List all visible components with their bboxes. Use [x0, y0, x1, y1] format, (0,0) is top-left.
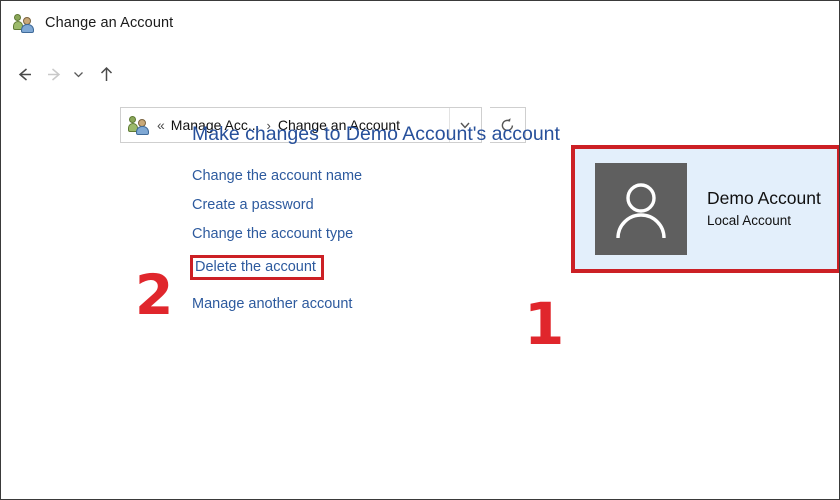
breadcrumb-overflow-icon[interactable]: « [157, 118, 165, 132]
forward-button[interactable] [41, 53, 67, 95]
main-content: Make changes to Demo Account's account C… [190, 123, 560, 325]
manage-another-account-link[interactable]: Manage another account [192, 296, 352, 312]
account-type: Local Account [707, 212, 792, 228]
page-title: Make changes to Demo Account's account [192, 123, 560, 145]
change-the-account-name-link[interactable]: Change the account name [192, 168, 362, 184]
account-name: Demo Account [707, 187, 821, 208]
create-a-password-link[interactable]: Create a password [192, 197, 314, 213]
recent-pages-chevron-down-icon[interactable] [68, 53, 88, 95]
up-one-level-button[interactable] [93, 53, 119, 95]
window-title: Change an Account [45, 15, 174, 31]
delete-the-account-link[interactable]: Delete the account [190, 255, 324, 280]
user-accounts-icon [13, 13, 35, 33]
control-panel-window: Change an Account « Manage Acc... › Chan… [0, 0, 840, 500]
account-details: Demo Account Local Account [707, 188, 821, 230]
navigation-bar: « Manage Acc... › Change an Account [1, 53, 839, 143]
avatar [595, 163, 687, 255]
person-silhouette-icon [616, 183, 666, 239]
back-button[interactable] [11, 53, 37, 95]
account-summary-panel[interactable]: Demo Account Local Account [571, 145, 839, 273]
annotation-step-1: 1 [524, 290, 565, 358]
window-title-bar: Change an Account [1, 1, 839, 45]
annotation-step-2: 2 [135, 263, 174, 327]
change-the-account-type-link[interactable]: Change the account type [192, 226, 353, 242]
address-bar-user-accounts-icon [128, 115, 150, 135]
